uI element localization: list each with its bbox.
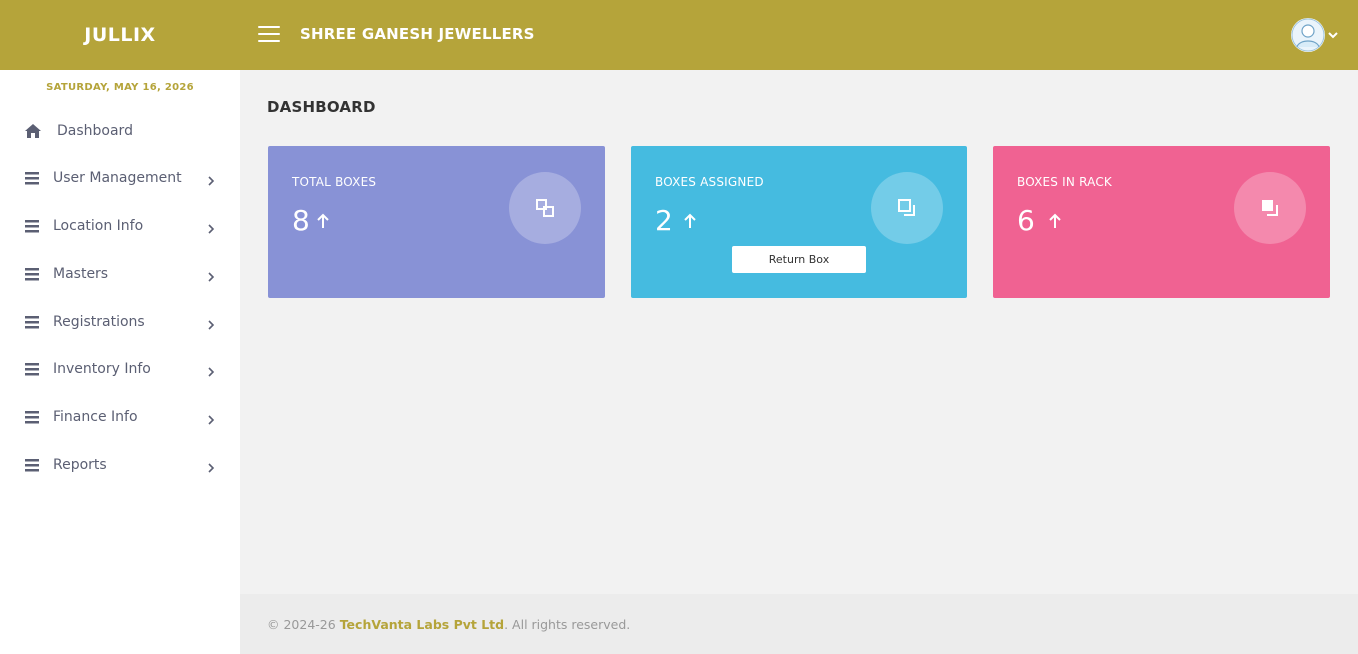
card-boxes-in-rack[interactable]: BOXES IN RACK 6 xyxy=(993,146,1330,298)
sidebar-item-label: Masters xyxy=(53,266,109,282)
card-value: 8 xyxy=(292,204,310,237)
sidebar: SATURDAY, MAY 16, 2026 Dashboard User Ma… xyxy=(0,70,240,654)
card-value: 2 xyxy=(655,204,673,237)
chevron-right-icon xyxy=(206,459,216,473)
menu-bars-icon xyxy=(24,409,42,425)
sidebar-item-dashboard[interactable]: Dashboard xyxy=(0,111,240,151)
boxes-stack-icon xyxy=(509,172,581,244)
card-title: BOXES ASSIGNED xyxy=(655,175,764,189)
sidebar-item-finance-info[interactable]: Finance Info xyxy=(0,397,240,437)
sidebar-item-label: Registrations xyxy=(53,314,145,330)
card-title: TOTAL BOXES xyxy=(292,175,377,189)
sidebar-item-label: Reports xyxy=(53,457,107,473)
home-icon xyxy=(24,123,42,139)
copy-boxes-icon xyxy=(871,172,943,244)
sidebar-item-registrations[interactable]: Registrations xyxy=(0,302,240,342)
sidebar-item-user-management[interactable]: User Management xyxy=(0,158,240,198)
sidebar-item-label: Dashboard xyxy=(57,123,133,139)
chevron-right-icon xyxy=(206,411,216,425)
menu-bars-icon xyxy=(24,266,42,282)
chevron-down-icon[interactable] xyxy=(1327,26,1339,39)
chevron-right-icon xyxy=(206,220,216,234)
card-total-boxes[interactable]: TOTAL BOXES 8 xyxy=(268,146,605,298)
menu-bars-icon xyxy=(24,457,42,473)
page-title: DASHBOARD xyxy=(267,98,376,116)
copyright-prefix: © 2024-26 xyxy=(267,617,340,632)
copyright-suffix: . All rights reserved. xyxy=(504,617,631,632)
company-name: SHREE GANESH JEWELLERS xyxy=(300,25,535,43)
menu-bars-icon xyxy=(24,361,42,377)
chevron-right-icon xyxy=(206,172,216,186)
sidebar-item-label: Inventory Info xyxy=(53,361,151,377)
sidebar-item-reports[interactable]: Reports xyxy=(0,445,240,485)
sidebar-item-label: Location Info xyxy=(53,218,144,234)
chevron-right-icon xyxy=(206,268,216,282)
menu-bars-icon xyxy=(24,314,42,330)
sidebar-item-location-info[interactable]: Location Info xyxy=(0,206,240,246)
current-date: SATURDAY, MAY 16, 2026 xyxy=(46,82,194,93)
footer-company-link[interactable]: TechVanta Labs Pvt Ltd xyxy=(340,617,504,632)
menu-bars-icon xyxy=(24,218,42,234)
arrow-up-icon xyxy=(1048,213,1062,229)
sidebar-item-label: Finance Info xyxy=(53,409,138,425)
footer: © 2024-26 TechVanta Labs Pvt Ltd. All ri… xyxy=(240,594,1358,654)
chevron-right-icon xyxy=(206,316,216,330)
copyright-text: © 2024-26 TechVanta Labs Pvt Ltd. All ri… xyxy=(267,617,630,632)
filled-boxes-icon xyxy=(1234,172,1306,244)
card-title: BOXES IN RACK xyxy=(1017,175,1112,189)
brand-logo[interactable]: JULLIX xyxy=(0,0,240,70)
chevron-right-icon xyxy=(206,363,216,377)
sidebar-item-label: User Management xyxy=(53,170,182,186)
sidebar-item-inventory-info[interactable]: Inventory Info xyxy=(0,349,240,389)
return-box-button[interactable]: Return Box xyxy=(732,246,866,273)
card-value: 6 xyxy=(1017,204,1035,237)
sidebar-item-masters[interactable]: Masters xyxy=(0,254,240,294)
arrow-up-icon xyxy=(316,213,330,229)
arrow-up-icon xyxy=(683,213,697,229)
card-boxes-assigned[interactable]: BOXES ASSIGNED 2 Return Box xyxy=(631,146,967,298)
menu-bars-icon xyxy=(24,170,42,186)
top-bar: JULLIX SHREE GANESH JEWELLERS xyxy=(0,0,1358,70)
hamburger-icon[interactable] xyxy=(258,26,280,44)
user-avatar-icon[interactable] xyxy=(1291,18,1325,52)
